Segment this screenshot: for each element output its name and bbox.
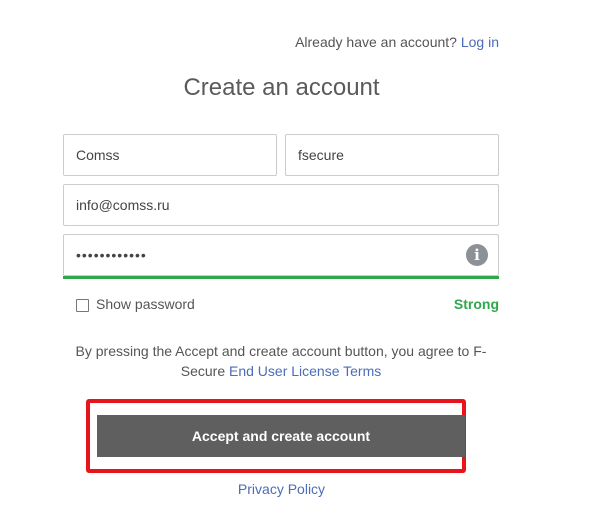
email-field[interactable]: info@comss.ru: [63, 184, 499, 226]
signup-page: Already have an account? Log in Create a…: [0, 0, 593, 526]
login-prompt-text: Already have an account?: [295, 34, 457, 50]
show-password-checkbox[interactable]: [76, 299, 89, 312]
accept-create-account-button[interactable]: Accept and create account: [97, 415, 465, 457]
last-name-field[interactable]: fsecure: [285, 134, 499, 176]
first-name-field[interactable]: Comss: [63, 134, 277, 176]
password-strength-label: Strong: [453, 296, 499, 312]
show-password-label: Show password: [96, 296, 195, 312]
login-link[interactable]: Log in: [461, 34, 499, 50]
page-title: Create an account: [183, 74, 380, 101]
terms-notice: By pressing the Accept and create accoun…: [63, 341, 499, 381]
show-password-toggle[interactable]: Show password: [76, 296, 195, 312]
privacy-policy-link[interactable]: Privacy Policy: [0, 481, 563, 497]
password-field[interactable]: ••••••••••••: [63, 234, 499, 276]
password-strength-bar: [63, 276, 499, 279]
eula-link[interactable]: End User License Terms: [229, 363, 381, 379]
info-icon[interactable]: i: [466, 244, 488, 266]
login-prompt: Already have an account? Log in: [295, 34, 499, 50]
